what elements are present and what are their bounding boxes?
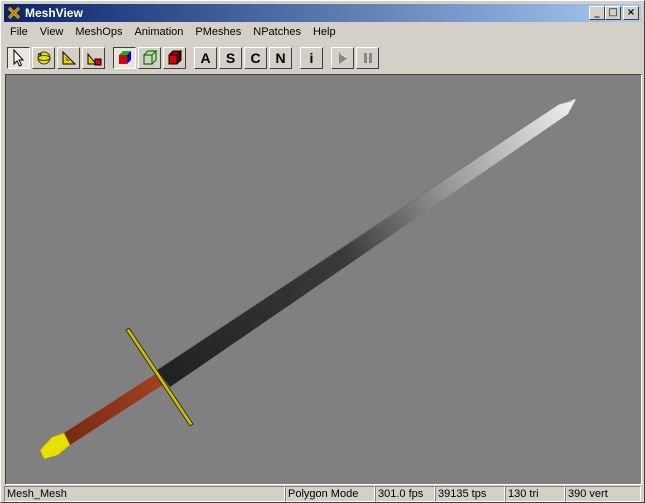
pause-icon [363,53,372,63]
meshview-window: MeshView _ □ × File View MeshOps Animati… [0,0,645,503]
menu-view[interactable]: View [34,23,70,42]
minimize-button[interactable]: _ [589,6,605,20]
toolbar: A S C N i [4,45,641,71]
sword-pommel [39,432,71,460]
status-vert: 390 vert [565,486,641,502]
tool-a-button[interactable]: A [194,47,217,69]
solid-cube-icon [118,51,131,64]
title-bar[interactable]: MeshView _ □ × [4,4,641,22]
menu-npatches[interactable]: NPatches [247,23,307,42]
window-title: MeshView [25,6,83,20]
menu-meshops[interactable]: MeshOps [69,23,128,42]
rotate-sphere-icon [37,51,50,65]
arrow-select-icon [13,49,24,67]
status-mesh-name: Mesh_Mesh [4,486,285,502]
wireframe-mode-button[interactable] [138,47,161,69]
tool-c-button[interactable]: C [244,47,267,69]
select-tool-button[interactable] [7,47,30,69]
info-label: i [309,50,314,66]
rotate-tool-button[interactable] [32,47,55,69]
menu-file[interactable]: File [4,23,34,42]
tool-s-button[interactable]: S [219,47,242,69]
status-tps: 39135 tps [435,486,505,502]
status-tri: 130 tri [505,486,565,502]
menu-animation[interactable]: Animation [128,23,189,42]
translate-icon [62,50,76,65]
play-icon [338,52,348,64]
wireframe-cube-icon [142,50,157,65]
maximize-button[interactable]: □ [605,6,621,20]
pause-button[interactable] [356,47,379,69]
sword-blade [157,99,576,387]
sword-mesh [39,99,576,460]
tool-n-label: N [275,50,286,66]
sword-grip [64,373,164,445]
shaded-cube-icon [168,50,182,65]
play-button[interactable] [331,47,354,69]
shaded-mode-button[interactable] [163,47,186,69]
menu-pmeshes[interactable]: PMeshes [189,23,247,42]
close-button[interactable]: × [623,6,639,20]
tool-s-label: S [225,50,236,66]
tool-c-label: C [250,50,261,66]
menu-bar: File View MeshOps Animation PMeshes NPat… [4,23,641,42]
app-x-icon [7,6,21,20]
scale-tool-button[interactable] [82,47,105,69]
status-bar: Mesh_Mesh Polygon Mode 301.0 fps 39135 t… [4,486,643,502]
status-mode: Polygon Mode [285,486,375,502]
menu-help[interactable]: Help [307,23,342,42]
info-button[interactable]: i [300,47,323,69]
3d-viewport[interactable] [5,74,642,485]
translate-tool-button[interactable] [57,47,80,69]
title-buttons: _ □ × [589,6,639,20]
tool-n-button[interactable]: N [269,47,292,69]
tool-a-label: A [200,50,211,66]
scale-icon [87,52,101,66]
status-fps: 301.0 fps [375,486,435,502]
solid-mode-button[interactable] [113,47,136,69]
